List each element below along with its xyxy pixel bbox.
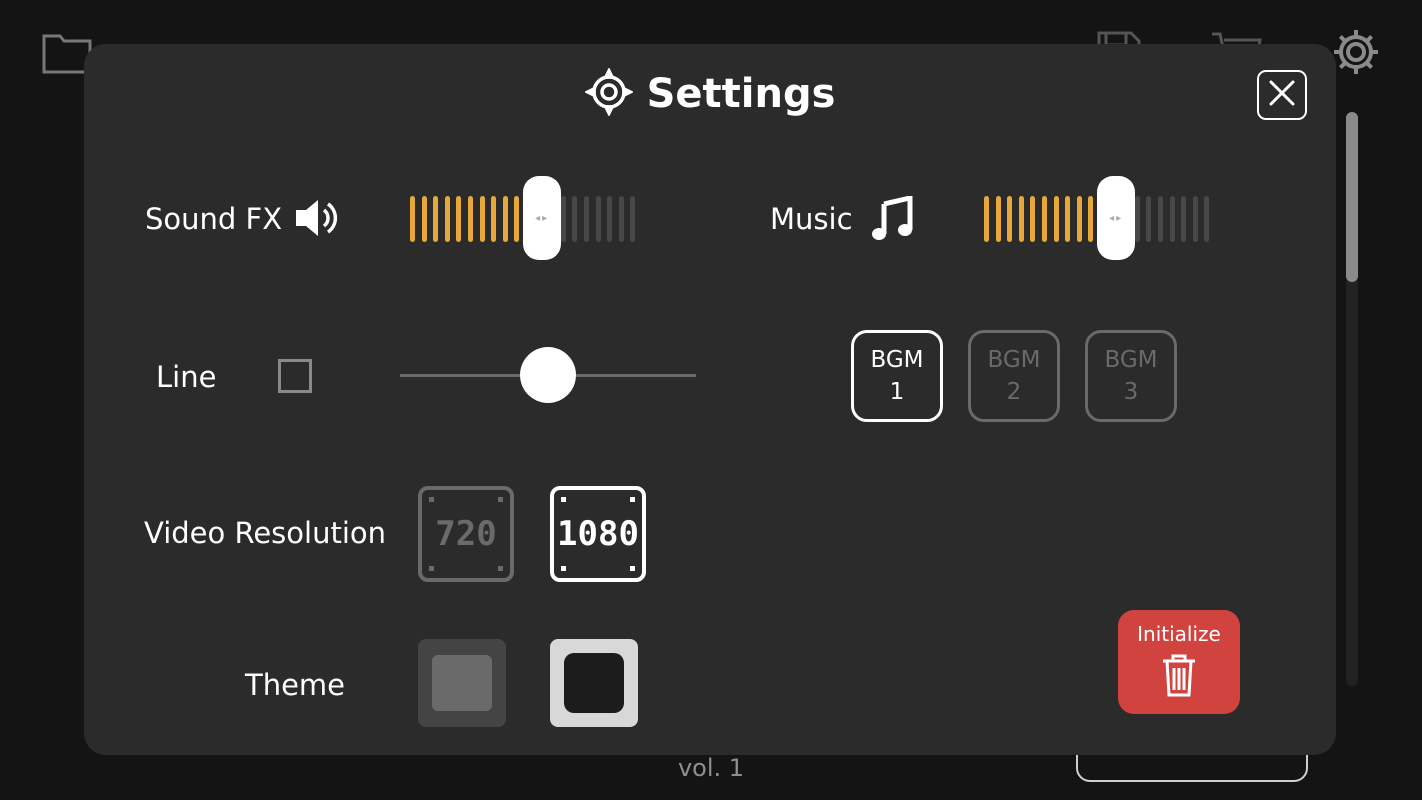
- initialize-label: Initialize: [1137, 622, 1221, 646]
- close-icon: [1269, 80, 1295, 110]
- music-volume-slider[interactable]: ◂▸: [980, 176, 1220, 262]
- video-resolution-label: Video Resolution: [144, 516, 386, 550]
- music-note-icon: [870, 194, 914, 246]
- bgm-3-label: BGM: [1104, 347, 1158, 373]
- bgm-2-button[interactable]: BGM 2: [968, 330, 1060, 422]
- music-volume-segment: [995, 196, 1001, 242]
- drag-arrows-icon: ◂▸: [535, 212, 550, 224]
- music-volume-segment: [1088, 196, 1094, 242]
- sound-fx-volume-segment: [607, 196, 613, 242]
- music-label: Music: [770, 202, 853, 236]
- bgm-1-number: 1: [889, 379, 905, 405]
- gear-icon[interactable]: [1330, 26, 1382, 82]
- theme-gray-button[interactable]: [418, 639, 506, 727]
- music-volume-segment: [1065, 196, 1071, 242]
- bgm-1-button[interactable]: BGM 1: [851, 330, 943, 422]
- scrollbar-thumb[interactable]: [1346, 112, 1358, 282]
- music-volume-segment: [1007, 196, 1013, 242]
- line-slider-knob[interactable]: [520, 347, 576, 403]
- settings-dialog: Settings Sound FX ◂▸ Music ◂▸ Line BGM 1: [84, 44, 1336, 755]
- sound-fx-volume-segment: [433, 196, 439, 242]
- music-volume-segment: [1053, 196, 1059, 242]
- sound-fx-volume-knob[interactable]: ◂▸: [523, 176, 562, 260]
- theme-label: Theme: [245, 668, 346, 702]
- music-volume-segment: [1030, 196, 1036, 242]
- bgm-3-number: 3: [1123, 379, 1139, 405]
- resolution-1080-button[interactable]: 1080: [550, 486, 646, 582]
- sound-fx-volume-segment: [584, 196, 589, 242]
- bgm-1-label: BGM: [870, 347, 924, 373]
- sound-fx-volume-segment: [630, 196, 636, 242]
- dialog-header: Settings: [84, 44, 1336, 144]
- sound-fx-volume-segment: [479, 196, 485, 242]
- initialize-button[interactable]: Initialize: [1118, 610, 1240, 714]
- bgm-2-label: BGM: [987, 347, 1041, 373]
- music-volume-segment: [1158, 196, 1163, 242]
- sound-fx-volume-segment: [410, 196, 415, 242]
- music-volume-segment: [1146, 196, 1152, 242]
- sound-fx-volume-segment: [560, 196, 566, 242]
- sound-fx-volume-segment: [502, 196, 508, 242]
- sound-fx-volume-segment: [572, 196, 578, 242]
- music-volume-segment: [984, 196, 989, 242]
- sound-fx-volume-segment: [421, 196, 427, 242]
- music-volume-segment: [1042, 196, 1047, 242]
- volume-label: vol. 1: [677, 754, 745, 782]
- sound-fx-volume-segment: [444, 196, 450, 242]
- music-volume-segment: [1134, 196, 1140, 242]
- settings-gear-icon: [583, 67, 634, 120]
- sound-fx-volume-slider[interactable]: ◂▸: [406, 176, 646, 262]
- resolution-720-button[interactable]: 720: [418, 486, 514, 582]
- theme-dark-button[interactable]: [550, 639, 638, 727]
- resolution-720-label: 720: [435, 514, 497, 554]
- speaker-icon: [294, 196, 342, 244]
- music-volume-segment: [1181, 196, 1187, 242]
- sound-fx-volume-segment: [491, 196, 497, 242]
- line-checkbox[interactable]: [278, 359, 312, 393]
- close-button[interactable]: [1257, 70, 1307, 120]
- bgm-3-button[interactable]: BGM 3: [1085, 330, 1177, 422]
- music-volume-segment: [1018, 196, 1024, 242]
- line-label: Line: [156, 360, 217, 394]
- music-volume-segment: [1204, 196, 1210, 242]
- trash-icon: [1159, 652, 1199, 702]
- sound-fx-volume-segment: [514, 196, 520, 242]
- sound-fx-volume-segment: [456, 196, 462, 242]
- sound-fx-volume-segment: [468, 196, 473, 242]
- music-volume-segment: [1076, 196, 1082, 242]
- bgm-2-number: 2: [1006, 379, 1022, 405]
- dialog-title: Settings: [646, 71, 836, 117]
- music-volume-segment: [1192, 196, 1198, 242]
- music-volume-knob[interactable]: ◂▸: [1097, 176, 1136, 260]
- sound-fx-label: Sound FX: [145, 202, 283, 236]
- music-volume-segment: [1169, 196, 1175, 242]
- sound-fx-volume-segment: [618, 196, 624, 242]
- drag-arrows-icon: ◂▸: [1109, 212, 1124, 224]
- resolution-1080-label: 1080: [557, 514, 639, 554]
- sound-fx-volume-segment: [595, 196, 601, 242]
